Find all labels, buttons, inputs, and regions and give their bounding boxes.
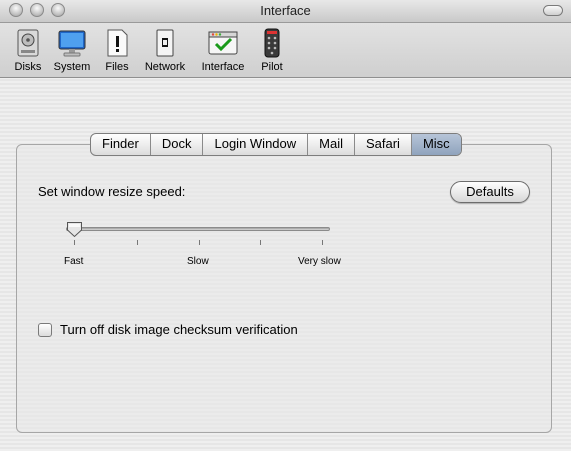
tab-dock[interactable]: Dock (151, 134, 204, 155)
monitor-icon (58, 30, 86, 57)
slider-tick (74, 240, 75, 245)
toolbar-label: Pilot (261, 61, 283, 73)
tab-bar: Finder Dock Login Window Mail Safari Mis… (90, 133, 462, 156)
resize-speed-slider-thumb[interactable] (66, 221, 83, 238)
slider-min-label: Fast (64, 256, 84, 267)
checksum-checkbox[interactable] (38, 323, 52, 337)
remote-icon (264, 28, 280, 58)
slider-tick (199, 240, 200, 245)
slider-tick (137, 240, 138, 245)
toolbar-label: Interface (201, 61, 245, 73)
window-title: Interface (260, 3, 311, 18)
toolbar-toggle-button[interactable] (543, 5, 563, 16)
tab-login-window[interactable]: Login Window (203, 134, 309, 155)
toolbar-item-disks[interactable]: Disks (8, 27, 48, 73)
toolbar-item-system[interactable]: System (51, 27, 93, 73)
resize-speed-label: Set window resize speed: (38, 184, 186, 199)
toolbar: Disks System Files Network Interface Pil… (0, 23, 571, 78)
preferences-content: Finder Dock Login Window Mail Safari Mis… (0, 78, 571, 451)
disk-icon (17, 29, 39, 57)
slider-tick (322, 240, 323, 245)
toolbar-item-interface[interactable]: Interface (197, 27, 249, 73)
tab-safari[interactable]: Safari (355, 134, 412, 155)
toolbar-item-files[interactable]: Files (100, 27, 134, 73)
toolbar-label: Files (105, 61, 129, 73)
resize-speed-slider-track[interactable] (66, 227, 330, 231)
checksum-label[interactable]: Turn off disk image checksum verificatio… (60, 322, 298, 337)
toolbar-item-network[interactable]: Network (141, 27, 189, 73)
defaults-button[interactable]: Defaults (450, 181, 530, 203)
network-icon (156, 29, 174, 57)
toolbar-label: Disks (14, 61, 42, 73)
tab-finder[interactable]: Finder (91, 134, 151, 155)
toolbar-item-pilot[interactable]: Pilot (255, 27, 289, 73)
file-icon (107, 29, 128, 57)
slider-tick (260, 240, 261, 245)
interface-icon (208, 31, 238, 55)
slider-mid-label: Slow (187, 256, 209, 267)
toolbar-label: Network (144, 61, 186, 73)
tab-misc[interactable]: Misc (411, 134, 461, 155)
toolbar-label: System (53, 61, 91, 73)
tab-mail[interactable]: Mail (308, 134, 355, 155)
slider-max-label: Very slow (298, 256, 341, 267)
title-bar: Interface (0, 0, 571, 23)
